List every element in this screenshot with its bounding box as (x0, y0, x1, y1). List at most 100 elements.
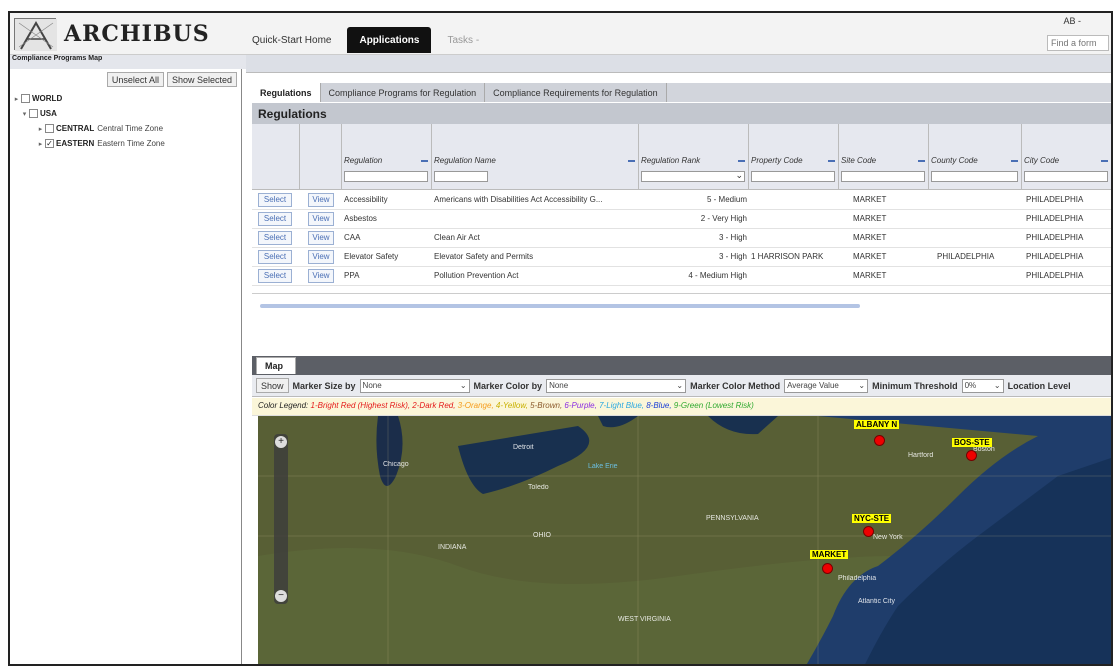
expand-icon[interactable]: ▸ (36, 140, 45, 148)
table-row[interactable]: Select View CAA Clean Air Act 3 - High M… (252, 229, 1111, 248)
col-regulation[interactable]: Regulation (342, 124, 432, 190)
select-button[interactable]: Select (258, 193, 292, 207)
select-button[interactable]: Select (258, 231, 292, 245)
place-name: Toledo (528, 484, 549, 491)
filter-input[interactable] (841, 171, 925, 182)
select-button[interactable]: Select (258, 250, 292, 264)
checkbox[interactable] (29, 109, 38, 118)
checkbox[interactable] (21, 94, 30, 103)
filter-input[interactable] (751, 171, 835, 182)
tree-toolbar: Unselect All Show Selected (106, 72, 237, 87)
col-regulation-rank[interactable]: Regulation Rank ⌄ (639, 124, 749, 190)
map-marker[interactable] (966, 450, 977, 461)
chevron-down-icon: ⌄ (735, 170, 743, 180)
tree-node-usa[interactable]: ▾ USA (12, 106, 165, 121)
view-button[interactable]: View (308, 231, 334, 245)
zoom-out-icon[interactable]: − (275, 590, 287, 602)
view-button[interactable]: View (308, 212, 334, 226)
select-button[interactable]: Select (258, 269, 292, 283)
col-site-code[interactable]: Site Code (839, 124, 929, 190)
tree-node-code: CENTRAL (56, 124, 95, 133)
tab-map[interactable]: Map (256, 357, 296, 374)
zoom-slider[interactable]: + − (274, 434, 288, 604)
panel-title: Regulations (252, 103, 1111, 124)
tree-node-world[interactable]: ▸ WORLD (12, 91, 165, 106)
color-legend: Color Legend: 1-Bright Red (Highest Risk… (252, 398, 1111, 416)
expand-icon[interactable]: ▸ (36, 125, 45, 133)
main-nav: Quick-Start Home Applications Tasks - (240, 27, 491, 53)
zoom-in-icon[interactable]: + (275, 436, 287, 448)
sort-icon[interactable] (1101, 160, 1108, 162)
checkbox-checked[interactable]: ✓ (45, 139, 54, 148)
min-threshold-select[interactable]: 0% ⌄ (961, 378, 1004, 393)
marker-size-select[interactable]: None ⌄ (359, 378, 470, 393)
tab-regulations[interactable]: Regulations (252, 83, 321, 102)
select-value: None (549, 381, 569, 390)
sort-icon[interactable] (738, 160, 745, 162)
place-name: INDIANA (438, 544, 467, 551)
app-header: ARCHIBUS Quick-Start Home Applications T… (10, 13, 1111, 55)
table-row[interactable]: Select View Elevator Safety Elevator Saf… (252, 248, 1111, 267)
view-button[interactable]: View (308, 250, 334, 264)
map-tab-strip (252, 356, 1111, 375)
legend-item: 7-Light Blue, (599, 401, 647, 410)
tree-node-desc: Eastern Time Zone (97, 139, 165, 148)
tree-node-central[interactable]: ▸ CENTRAL Central Time Zone (12, 121, 165, 136)
view-button[interactable]: View (308, 193, 334, 207)
col-county-code[interactable]: County Code (929, 124, 1022, 190)
place-name: Detroit (513, 444, 534, 451)
expand-icon[interactable]: ▸ (12, 95, 21, 103)
sort-icon[interactable] (828, 160, 835, 162)
sort-icon[interactable] (1011, 160, 1018, 162)
color-method-select[interactable]: Average Value ⌄ (784, 378, 869, 393)
horizontal-scrollbar[interactable] (260, 304, 860, 308)
table-row[interactable]: Select View Accessibility Americans with… (252, 191, 1111, 210)
nav-tab-tasks[interactable]: Tasks - (435, 27, 491, 53)
sort-icon[interactable] (421, 160, 428, 162)
tab-compliance-programs[interactable]: Compliance Programs for Regulation (320, 83, 486, 102)
col-city-code[interactable]: City Code (1022, 124, 1111, 190)
brand-logo[interactable]: ARCHIBUS (14, 16, 234, 52)
col-regulation-name[interactable]: Regulation Name (432, 124, 639, 190)
show-selected-button[interactable]: Show Selected (166, 72, 237, 87)
table-row[interactable]: Select View PPA Pollution Prevention Act… (252, 267, 1111, 286)
marker-color-label: Marker Color by (473, 380, 543, 391)
rank-filter-select[interactable]: ⌄ (641, 170, 745, 182)
cell-site: MARKET (853, 252, 887, 261)
chevron-down-icon: ⌄ (858, 381, 866, 390)
select-button[interactable]: Select (258, 212, 292, 226)
cell-city: PHILADELPHIA (1026, 252, 1084, 261)
map-view[interactable]: Chicago Detroit Toledo Lake Erie New Yor… (258, 416, 1111, 664)
cell-city: PHILADELPHIA (1026, 233, 1084, 242)
sort-icon[interactable] (628, 160, 635, 162)
filter-input[interactable] (344, 171, 428, 182)
table-row[interactable]: Select View Asbestos 2 - Very High MARKE… (252, 210, 1111, 229)
marker-label: MARKET (810, 550, 849, 559)
view-button[interactable]: View (308, 269, 334, 283)
sort-icon[interactable] (918, 160, 925, 162)
map-marker[interactable] (863, 526, 874, 537)
user-menu[interactable]: AB - (1063, 16, 1081, 26)
tab-compliance-requirements[interactable]: Compliance Requirements for Regulation (485, 83, 667, 102)
select-value: Average Value (787, 381, 839, 390)
marker-color-select[interactable]: None ⌄ (546, 378, 687, 393)
filter-input[interactable] (434, 171, 488, 182)
place-name: OHIO (533, 532, 551, 539)
find-form-input[interactable] (1047, 35, 1109, 51)
unselect-all-button[interactable]: Unselect All (106, 72, 164, 87)
show-button[interactable]: Show (256, 378, 289, 393)
filter-input[interactable] (931, 171, 1018, 182)
location-level-label: Location Level (1007, 380, 1071, 391)
tree-node-eastern[interactable]: ▸ ✓ EASTERN Eastern Time Zone (12, 136, 165, 151)
map-marker[interactable] (822, 563, 833, 574)
checkbox[interactable] (45, 124, 54, 133)
legend-items: 1-Bright Red (Highest Risk), 2-Dark Red,… (311, 401, 754, 410)
nav-tab-quick-start-home[interactable]: Quick-Start Home (240, 27, 343, 53)
collapse-icon[interactable]: ▾ (20, 110, 29, 118)
col-property-code[interactable]: Property Code (749, 124, 839, 190)
map-marker[interactable] (874, 435, 885, 446)
cell-regulation: Accessibility (344, 195, 388, 204)
filter-input[interactable] (1024, 171, 1108, 182)
column-header: Regulation Name (434, 156, 496, 165)
nav-tab-applications[interactable]: Applications (347, 27, 432, 53)
